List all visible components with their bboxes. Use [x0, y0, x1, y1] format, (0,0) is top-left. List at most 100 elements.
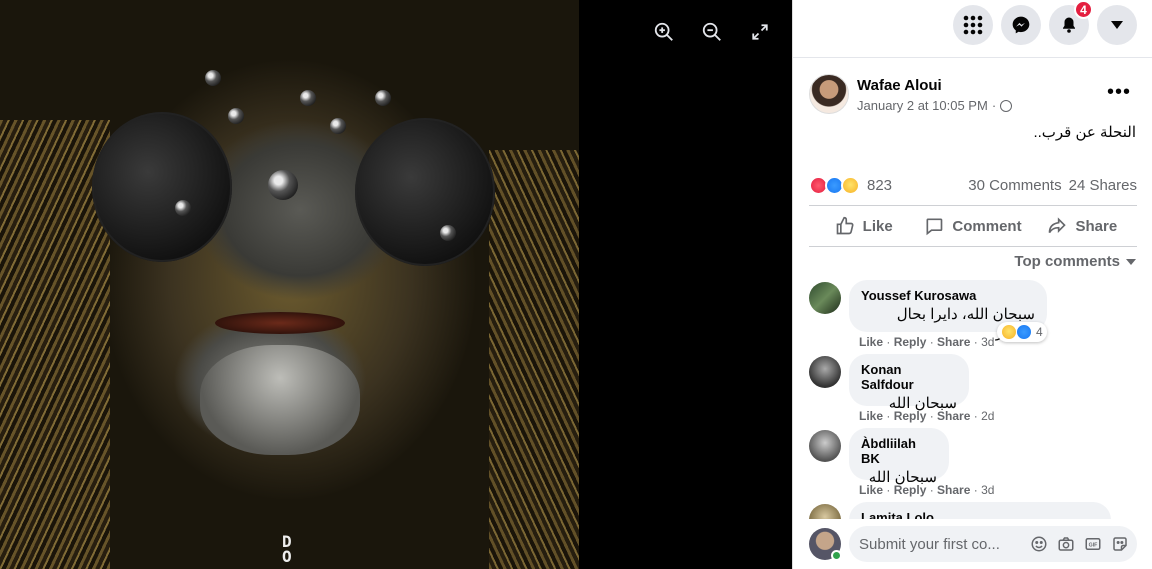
- notifications-badge: 4: [1074, 0, 1093, 19]
- commenter-avatar[interactable]: [809, 282, 841, 314]
- comment-reaction-count: 4: [1036, 325, 1043, 339]
- share-icon: [1049, 217, 1067, 234]
- commenter-name[interactable]: Youssef Kurosawa: [861, 288, 1035, 303]
- fullscreen-icon[interactable]: [748, 20, 772, 44]
- post-text: النحلة عن قرب..: [1033, 124, 1136, 141]
- author-avatar[interactable]: [809, 74, 849, 114]
- like-button[interactable]: Like: [809, 206, 918, 246]
- comment-links: Like · Reply · Share · 2d: [859, 409, 995, 423]
- post-actions: Like Comment Share: [809, 205, 1137, 247]
- post-header: Wafae Aloui January 2 at 10:05 PM · •••: [809, 72, 1137, 118]
- comment-sort-dropdown[interactable]: Top comments: [1014, 253, 1136, 270]
- meta-separator: ·: [991, 98, 997, 113]
- comment-share-link[interactable]: Share: [937, 483, 970, 497]
- comment-item: Àbdliilah BK سبحان الله Like · Reply · S…: [809, 426, 1145, 500]
- comment-links: Like · Reply · Share · 3d: [859, 483, 995, 497]
- photo-droplet: [268, 170, 298, 200]
- comment-placeholder: Submit your first co...: [859, 535, 1000, 553]
- wow-reaction-icon[interactable]: [841, 175, 860, 195]
- comment-icon: [926, 218, 943, 236]
- photo-viewer: DO: [0, 0, 792, 569]
- viewer-toolbar: [652, 20, 772, 44]
- comment-like-link[interactable]: Like: [859, 483, 883, 497]
- comment-share-link[interactable]: Share: [937, 335, 970, 349]
- photo-eye-left: [92, 112, 232, 262]
- comment-input[interactable]: Submit your first co... GIF: [849, 526, 1137, 562]
- thumbs-up-icon: [836, 216, 854, 235]
- shares-count[interactable]: 24 Shares: [1069, 177, 1137, 194]
- comment-reactions[interactable]: 4: [997, 322, 1047, 342]
- globe-icon: [1000, 99, 1013, 112]
- photo-droplet: [300, 90, 316, 106]
- photo-droplet: [330, 118, 346, 134]
- notifications-button[interactable]: 4: [1049, 0, 1093, 45]
- comment-label: Comment: [952, 217, 1022, 235]
- photo-droplet: [440, 225, 456, 241]
- comment-button[interactable]: Comment: [918, 206, 1027, 246]
- commenter-name[interactable]: Àbdliilah BK: [861, 436, 937, 466]
- haha-reaction-icon: [1001, 324, 1017, 340]
- commenter-avatar[interactable]: [809, 356, 841, 388]
- post-timestamp[interactable]: January 2 at 10:05 PM: [857, 98, 988, 113]
- post-meta: January 2 at 10:05 PM ·: [857, 98, 1013, 113]
- photo-mouth: [215, 312, 345, 334]
- share-button[interactable]: Share: [1028, 206, 1137, 246]
- like-label: Like: [862, 217, 893, 235]
- photo-droplet: [375, 90, 391, 106]
- photo-hair-right: [489, 150, 579, 569]
- comment-age[interactable]: 3d: [981, 335, 994, 349]
- comments-count[interactable]: 30 Comments: [968, 177, 1061, 194]
- comment-age[interactable]: 2d: [981, 409, 994, 423]
- share-label: Share: [1075, 217, 1118, 235]
- comment-item: Lamita Lolo: [809, 500, 1145, 519]
- photo-jaw: [200, 345, 360, 455]
- commenter-name[interactable]: Konan Salfdour: [861, 362, 957, 392]
- menu-grid-icon[interactable]: [953, 5, 993, 45]
- composer-icons: GIF: [1030, 535, 1137, 553]
- svg-text:GIF: GIF: [1089, 543, 1099, 549]
- comment-like-link[interactable]: Like: [859, 409, 883, 423]
- comment-share-link[interactable]: Share: [937, 409, 970, 423]
- comment-reply-link[interactable]: Reply: [894, 483, 927, 497]
- online-status-dot: [831, 550, 842, 561]
- more-options-icon[interactable]: •••: [1101, 78, 1137, 106]
- post-panel: 4 Wafae Aloui January 2 at 10:05 PM · ••…: [792, 0, 1152, 569]
- messenger-icon[interactable]: [1001, 5, 1041, 45]
- engagement-counts: 30 Comments 24 Shares: [968, 177, 1137, 194]
- photo-watermark: DO: [282, 532, 292, 566]
- comment-reply-link[interactable]: Reply: [894, 409, 927, 423]
- reactions-summary: 823 30 Comments 24 Shares: [809, 174, 1137, 196]
- comment-item: Youssef Kurosawa سبحان الله، دايرا بحال …: [809, 278, 1145, 352]
- zoom-out-icon[interactable]: [700, 20, 724, 44]
- account-caret-icon[interactable]: [1097, 5, 1137, 45]
- gif-icon[interactable]: GIF: [1084, 535, 1102, 553]
- camera-icon[interactable]: [1057, 535, 1075, 553]
- top-navbar: 4: [793, 0, 1152, 58]
- comments-list: Youssef Kurosawa سبحان الله، دايرا بحال …: [809, 278, 1145, 519]
- commenter-name[interactable]: Lamita Lolo: [861, 510, 1099, 519]
- comment-age[interactable]: 3d: [981, 483, 994, 497]
- commenter-avatar[interactable]: [809, 504, 841, 519]
- bell-icon: [1063, 17, 1075, 33]
- like-reaction-icon: [1016, 324, 1032, 340]
- sticker-icon[interactable]: [1111, 535, 1129, 553]
- sort-label: Top comments: [1014, 253, 1120, 270]
- photo-eye-right: [355, 118, 495, 266]
- commenter-avatar[interactable]: [809, 430, 841, 462]
- chevron-down-icon: [1126, 258, 1136, 265]
- comment-like-link[interactable]: Like: [859, 335, 883, 349]
- photo-droplet: [205, 70, 221, 86]
- reaction-count[interactable]: 823: [867, 177, 892, 194]
- post-photo[interactable]: DO: [0, 0, 579, 569]
- comment-item: Konan Salfdour سبحان الله Like · Reply ·…: [809, 352, 1145, 426]
- comment-reply-link[interactable]: Reply: [894, 335, 927, 349]
- app-root: DO 4 Wafae Aloui January 2 at 10:05 PM ·…: [0, 0, 1152, 569]
- photo-droplet: [175, 200, 191, 216]
- comment-links: Like · Reply · Share · 3d: [859, 335, 995, 349]
- emoji-icon[interactable]: [1030, 535, 1048, 553]
- author-name[interactable]: Wafae Aloui: [857, 77, 942, 94]
- zoom-in-icon[interactable]: [652, 20, 676, 44]
- comment-composer: Submit your first co... GIF: [793, 519, 1152, 569]
- comment-bubble: Àbdliilah BK سبحان الله: [849, 428, 949, 486]
- comment-bubble: Konan Salfdour سبحان الله: [849, 354, 969, 412]
